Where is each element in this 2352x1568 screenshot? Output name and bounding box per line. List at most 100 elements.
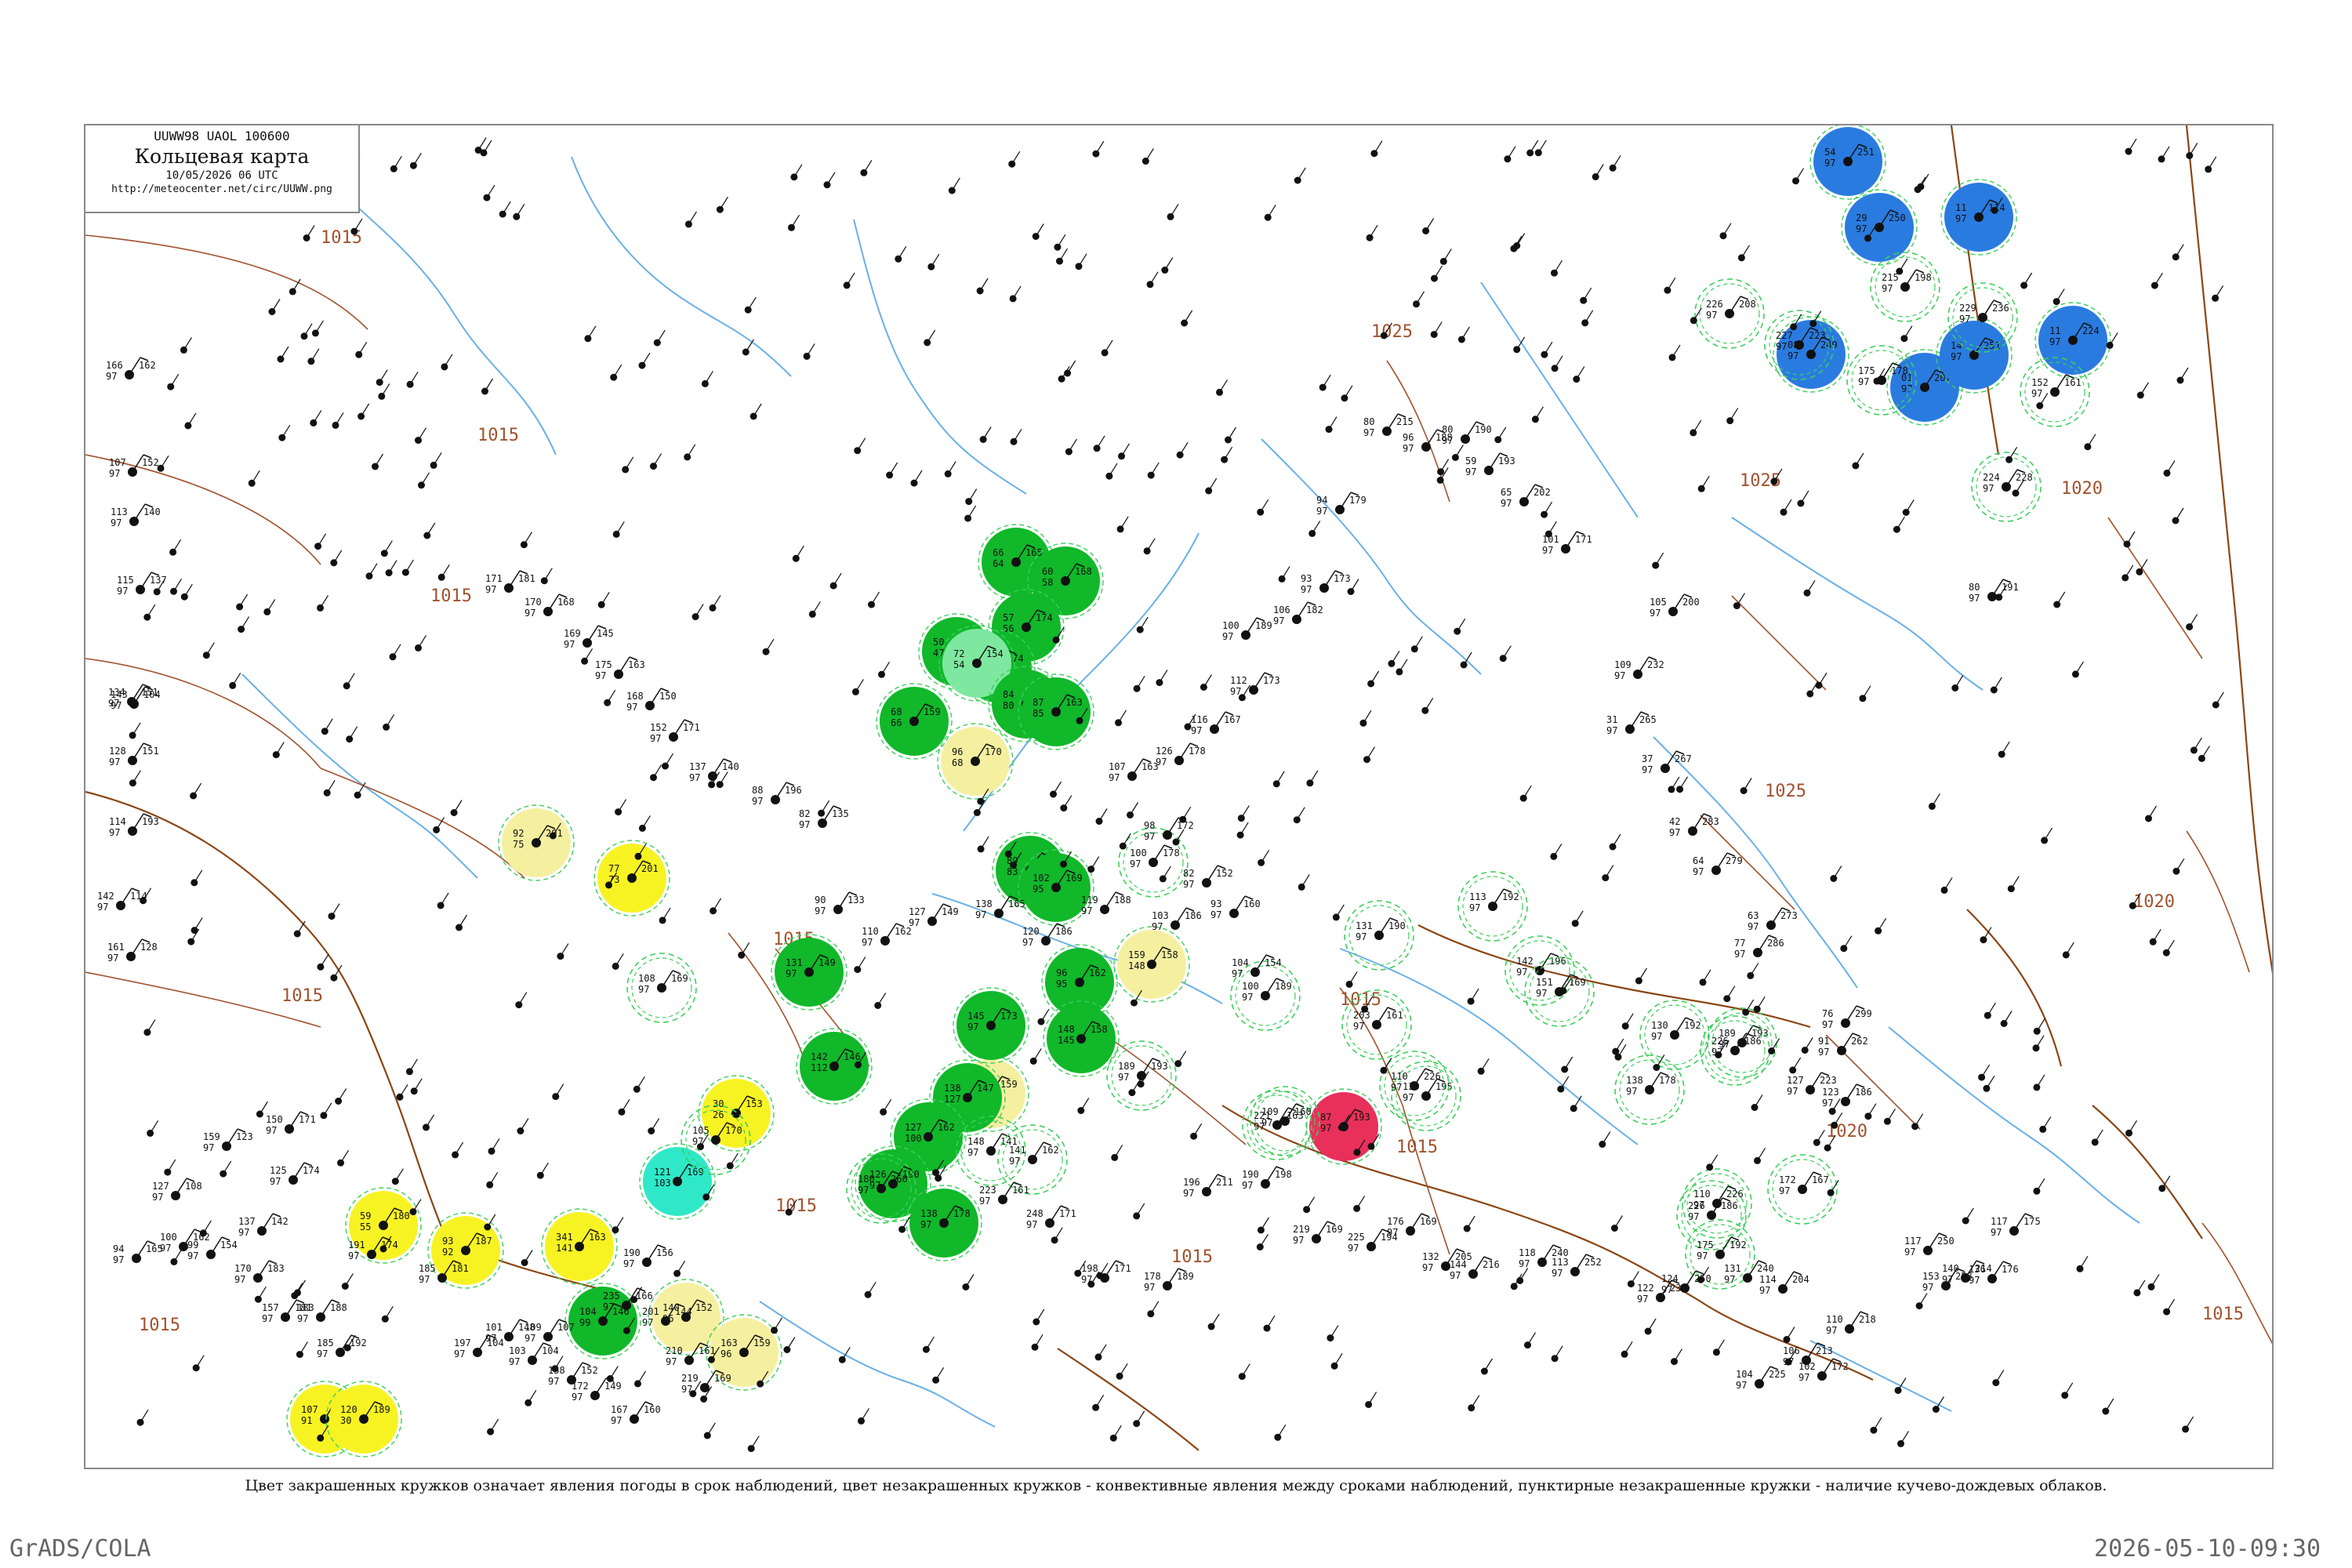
station-visibility: 97 — [1363, 427, 1374, 438]
station-marker: 10497 225 — [1736, 1366, 1786, 1391]
wind-barb — [444, 354, 453, 368]
wind-barb — [925, 1336, 935, 1350]
station-visibility: 103 — [654, 1178, 671, 1189]
wind-barb — [587, 325, 597, 339]
station-visibility: 97 — [1983, 483, 1994, 494]
station-temperature: 122 — [1637, 1283, 1654, 1294]
wind-barb — [2125, 564, 2134, 579]
station-temperature: 50 — [933, 637, 944, 648]
station-pressure: 189 — [373, 1404, 390, 1415]
wind-barb — [1818, 672, 1828, 686]
station-visibility: 92 — [442, 1247, 453, 1258]
wind-barb — [1193, 1123, 1203, 1137]
station-dot — [390, 165, 397, 172]
station-temperature: 106 — [1273, 604, 1290, 615]
wind-barb — [417, 635, 427, 648]
station-dot — [1690, 429, 1697, 437]
wind-barb — [601, 591, 610, 605]
wind-barb — [979, 278, 989, 292]
wind-barb — [695, 604, 704, 617]
wind-barb — [2147, 805, 2158, 819]
station-marker: 22197163 — [1242, 1090, 1312, 1160]
station-visibility: 95 — [1056, 978, 1067, 989]
wind-barb — [982, 426, 992, 440]
station-temperature: 127 — [909, 906, 926, 917]
station-temperature: 108 — [638, 973, 655, 984]
wind-barb — [172, 539, 182, 553]
station-temperature: 82 — [1183, 868, 1194, 879]
station-pressure: 198 — [1915, 272, 1932, 283]
station-marker: 4297 283 — [1669, 813, 1719, 838]
wind-barb — [335, 412, 344, 426]
wind-barb — [487, 1214, 496, 1228]
station-visibility: 97 — [638, 984, 649, 995]
wind-barb — [1296, 807, 1305, 821]
station-marker: 19097 198 — [1242, 1166, 1292, 1191]
station-visibility: 97 — [975, 909, 986, 920]
wind-barb — [2151, 1274, 2160, 1287]
station-temperature: 219 — [681, 1373, 699, 1384]
station-visibility: 58 — [1042, 577, 1053, 588]
station-marker: 22697 208 — [1694, 278, 1765, 349]
wind-barb — [1119, 1363, 1128, 1377]
wind-barb — [1786, 1327, 1795, 1340]
station-temperature: 110 — [1693, 1189, 1711, 1200]
station-marker: 21997169 — [681, 1370, 731, 1395]
wind-barb — [1612, 833, 1621, 848]
wind-barb — [2010, 876, 2020, 889]
wind-barb — [2161, 146, 2170, 160]
wind-barb — [2035, 1035, 2045, 1049]
station-pressure: 162 — [1089, 967, 1106, 978]
station-marker: 22697186 — [1700, 1015, 1770, 1086]
station-pressure: 108 — [185, 1181, 202, 1192]
station-temperature: 229 — [1959, 303, 1976, 314]
station-visibility: 112 — [811, 1062, 828, 1073]
station-visibility: 97 — [689, 772, 700, 783]
station-visibility: 97 — [1614, 670, 1625, 681]
station-pressure: 204 — [1792, 1274, 1809, 1285]
station-temperature: 66 — [993, 547, 1004, 558]
station-marker: 10097 189 — [1222, 617, 1272, 642]
wind-barb — [1063, 795, 1073, 808]
wind-barb — [259, 1101, 268, 1115]
station-pressure: 154 — [1265, 957, 1282, 968]
wind-barb — [1667, 277, 1676, 291]
station-marker: 11497 193 — [109, 813, 159, 838]
station-temperature: 131 — [1356, 920, 1373, 931]
station-pressure: 152 — [1216, 868, 1233, 879]
station-dot — [437, 902, 445, 909]
wind-barb — [310, 348, 320, 362]
station-marker: 18997 193 — [1106, 1040, 1177, 1111]
station-visibility: 97 — [108, 698, 119, 709]
station-marker: 11097 218 — [1826, 1311, 1876, 1336]
isobar-line — [1700, 815, 1795, 910]
station-temperature: 102 — [1033, 873, 1050, 884]
station-visibility: 100 — [905, 1133, 922, 1144]
station-visibility: 97 — [109, 827, 120, 838]
station-temperature: 178 — [1144, 1271, 1161, 1282]
wind-barb — [187, 412, 197, 426]
station-pressure: 216 — [1483, 1259, 1500, 1270]
station-temperature: 63 — [1748, 910, 1759, 921]
station-pressure: 189 — [1255, 620, 1272, 631]
station-pressure: 202 — [1534, 487, 1551, 498]
station-visibility: 97 — [348, 1250, 359, 1261]
station-visibility: 99 — [579, 1317, 590, 1328]
wind-barb — [194, 917, 203, 931]
station-visibility: 97 — [1642, 764, 1653, 775]
river-line — [1480, 281, 1639, 518]
station-marker: 11397 140 — [111, 503, 161, 528]
station-visibility: 97 — [1798, 1372, 1809, 1383]
station-visibility: 97 — [1552, 1268, 1563, 1279]
wind-barb — [1574, 910, 1584, 924]
station-dot — [944, 470, 952, 477]
wind-barb — [1098, 808, 1108, 822]
station-pressure: 156 — [656, 1247, 673, 1258]
station-temperature: 175 — [595, 659, 612, 670]
station-pressure: 159 — [753, 1338, 771, 1348]
wind-barb — [1117, 710, 1127, 724]
station-temperature: 96 — [952, 746, 963, 757]
wind-barb — [408, 1058, 418, 1073]
station-temperature: 140 — [1942, 1263, 1959, 1274]
station-temperature: 113 — [111, 506, 128, 517]
